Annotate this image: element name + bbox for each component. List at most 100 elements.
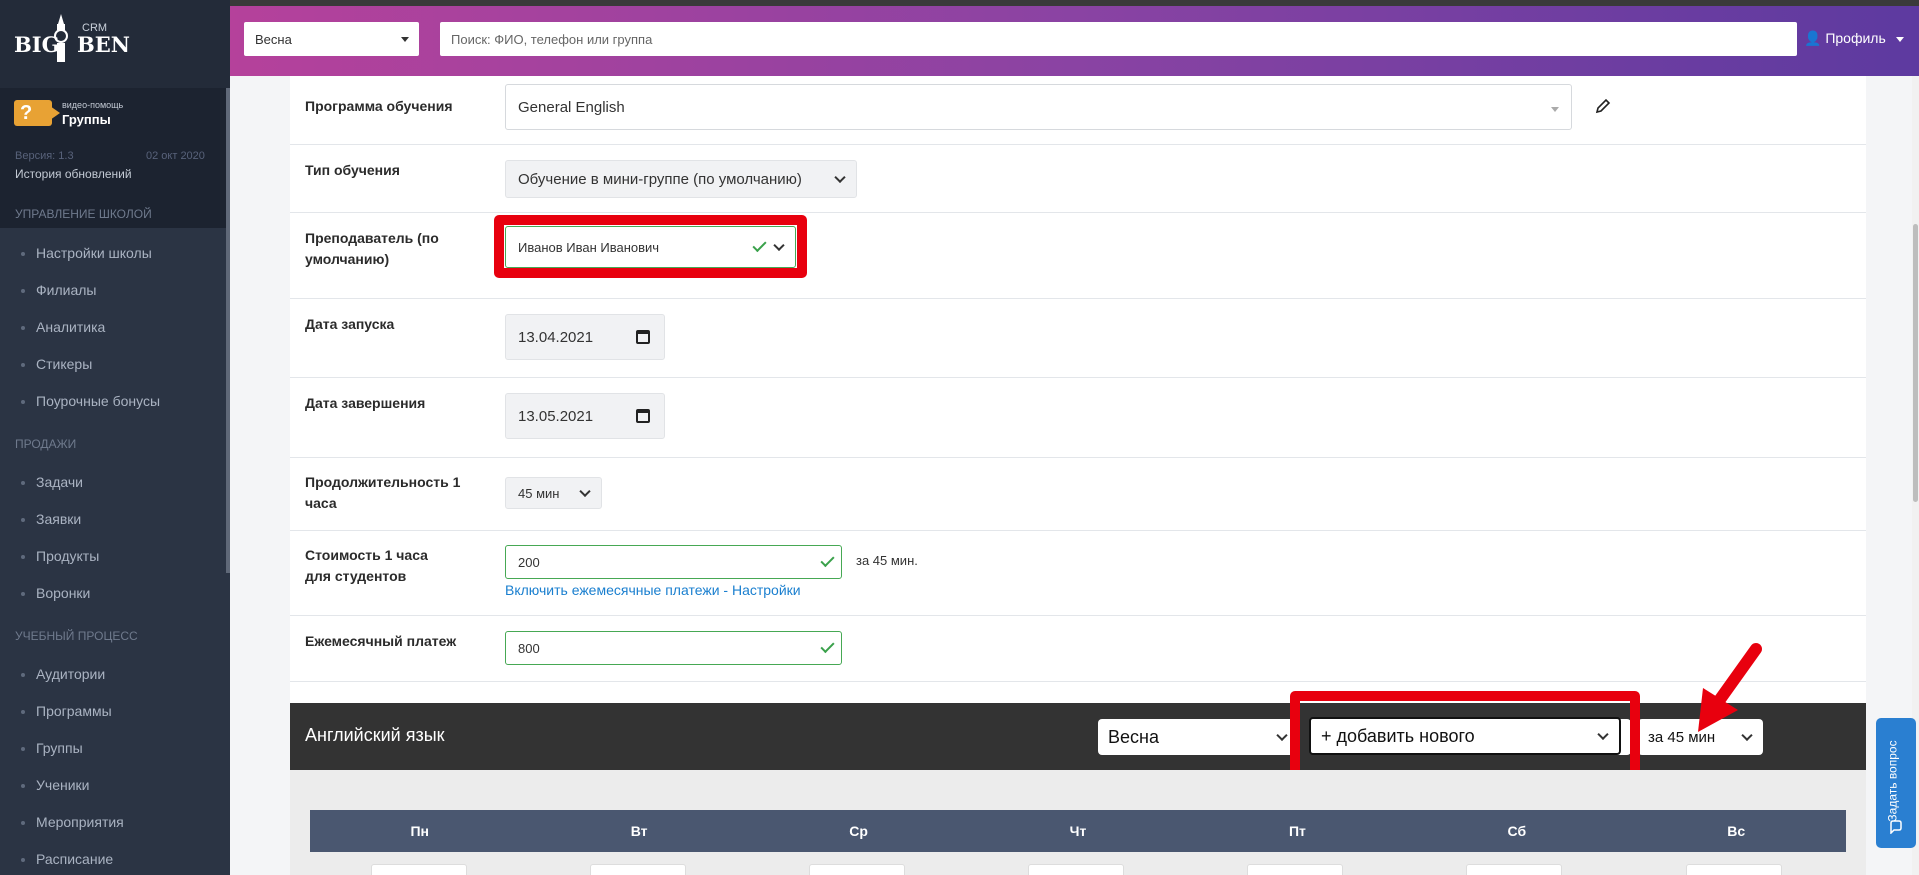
cost-input[interactable]: 200 bbox=[505, 545, 842, 579]
chat-icon bbox=[1890, 820, 1902, 834]
video-help-icon: ? bbox=[14, 100, 60, 126]
update-history-link[interactable]: История обновлений bbox=[15, 167, 132, 181]
sidebar-item-stickers[interactable]: Стикеры bbox=[0, 346, 226, 383]
program-label: Программа обучения bbox=[305, 98, 453, 114]
weekday-wed: Ср bbox=[849, 823, 868, 839]
calendar-icon[interactable] bbox=[636, 409, 650, 423]
divider bbox=[290, 298, 1866, 299]
sidebar-item-classrooms[interactable]: Аудитории bbox=[0, 656, 226, 693]
start-date-input[interactable]: 13.04.2021 bbox=[505, 314, 665, 360]
chevron-down-icon bbox=[579, 485, 591, 498]
program-select[interactable]: General English bbox=[505, 84, 1572, 130]
user-icon: 👤 bbox=[1804, 30, 1822, 46]
sidebar-item-events[interactable]: Мероприятия bbox=[0, 804, 226, 841]
day-time-input[interactable] bbox=[809, 864, 905, 875]
red-arrow-icon bbox=[1698, 643, 1762, 732]
cost-label: Стоимость 1 часа для студентов bbox=[305, 547, 428, 584]
day-time-input[interactable] bbox=[1247, 864, 1343, 875]
end-date-label: Дата завершения bbox=[305, 395, 426, 411]
scrollbar-thumb[interactable] bbox=[1913, 224, 1918, 502]
calendar-icon[interactable] bbox=[636, 330, 650, 344]
group-form: Программа обучения General English Тип о… bbox=[290, 76, 1866, 875]
logo[interactable]: BIG BEN CRM bbox=[0, 0, 230, 88]
program-value: General English bbox=[518, 98, 625, 116]
sidebar-item-products[interactable]: Продукты bbox=[0, 538, 226, 575]
ask-question-button[interactable]: Задать вопрос bbox=[1876, 718, 1916, 848]
weekday-header: Пн Вт Ср Чт Пт Сб Вс bbox=[310, 810, 1846, 852]
cost-suffix: за 45 мин. bbox=[856, 553, 918, 568]
chevron-down-icon bbox=[1276, 729, 1288, 742]
version: Версия: 1.3 bbox=[15, 150, 74, 162]
video-help-label: видео-помощь bbox=[62, 100, 124, 110]
end-date-value: 13.05.2021 bbox=[518, 407, 594, 425]
checkmark-icon bbox=[820, 638, 835, 654]
day-time-input[interactable] bbox=[1466, 864, 1562, 875]
monthly-payment-label: Ежемесячный платеж bbox=[305, 633, 457, 649]
version-date: 02 окт 2020 bbox=[146, 150, 205, 162]
brand-ben: BEN bbox=[77, 32, 130, 57]
caret-down-icon bbox=[1551, 107, 1559, 112]
season-select-value: Весна bbox=[255, 32, 292, 47]
end-date-input[interactable]: 13.05.2021 bbox=[505, 393, 665, 439]
profile-label: Профиль bbox=[1825, 30, 1886, 46]
day-time-input[interactable] bbox=[590, 864, 686, 875]
sidebar-item-funnels[interactable]: Воронки bbox=[0, 575, 226, 612]
topbar: Весна 👤 Профиль bbox=[230, 0, 1919, 76]
divider bbox=[290, 681, 1866, 682]
search-input[interactable] bbox=[440, 22, 1797, 56]
sidebar-item-schedule[interactable]: Расписание bbox=[0, 841, 226, 875]
schedule-season-select[interactable]: Весна bbox=[1098, 719, 1298, 755]
schedule-season-value: Весна bbox=[1108, 726, 1159, 747]
video-help-title: Группы bbox=[62, 112, 111, 127]
weekday-fri: Пт bbox=[1288, 823, 1306, 839]
training-type-value: Обучение в мини-группе (по умолчанию) bbox=[518, 170, 802, 188]
profile-menu[interactable]: 👤 Профиль bbox=[1804, 30, 1904, 47]
weekday-sat: Сб bbox=[1507, 823, 1527, 839]
monthly-payment-value: 800 bbox=[518, 640, 540, 656]
teacher-value: Иванов Иван Иванович bbox=[518, 239, 660, 255]
sidebar-item-requests[interactable]: Заявки bbox=[0, 501, 226, 538]
sidebar-item-bonuses[interactable]: Поурочные бонусы bbox=[0, 383, 226, 420]
weekday-mon: Пн bbox=[410, 823, 429, 839]
sidebar-item-school-settings[interactable]: Настройки школы bbox=[0, 235, 226, 272]
brand-crm: CRM bbox=[82, 22, 108, 34]
sidebar-scrollbar[interactable] bbox=[226, 88, 230, 573]
sidebar-item-students[interactable]: Ученики bbox=[0, 767, 226, 804]
duration-label: Продолжительность 1 часа bbox=[305, 474, 461, 511]
teacher-select[interactable]: Иванов Иван Иванович bbox=[505, 226, 796, 268]
ask-question-label: Задать вопрос bbox=[1885, 740, 1900, 822]
chevron-down-icon bbox=[834, 171, 846, 184]
day-time-input[interactable] bbox=[1028, 864, 1124, 875]
duration-select[interactable]: 45 мин bbox=[505, 477, 602, 509]
section-title-sales: ПРОДАЖИ bbox=[15, 437, 77, 451]
duration-value: 45 мин bbox=[518, 485, 560, 501]
day-time-input[interactable] bbox=[371, 864, 467, 875]
checkmark-icon bbox=[820, 552, 835, 568]
sidebar-item-branches[interactable]: Филиалы bbox=[0, 272, 226, 309]
weekday-sun: Вс bbox=[1727, 823, 1746, 839]
start-date-value: 13.04.2021 bbox=[518, 328, 594, 346]
schedule-teacher-value: + добавить нового bbox=[1321, 725, 1475, 746]
day-time-input[interactable] bbox=[1686, 864, 1782, 875]
divider bbox=[290, 615, 1866, 616]
divider bbox=[290, 457, 1866, 458]
chevron-down-icon bbox=[1597, 728, 1609, 741]
sidebar-item-tasks[interactable]: Задачи bbox=[0, 464, 226, 501]
divider bbox=[290, 377, 1866, 378]
section-title-school: УПРАВЛЕНИЕ ШКОЛОЙ bbox=[15, 207, 152, 221]
brand-big: BIG bbox=[14, 32, 60, 57]
divider bbox=[290, 144, 1866, 145]
section-title-learning: УЧЕБНЫЙ ПРОЦЕСС bbox=[15, 629, 138, 643]
training-type-select[interactable]: Обучение в мини-группе (по умолчанию) bbox=[505, 160, 857, 198]
season-select[interactable]: Весна bbox=[244, 22, 419, 56]
monthly-payment-input[interactable]: 800 bbox=[505, 631, 842, 665]
sidebar-item-analytics[interactable]: Аналитика bbox=[0, 309, 226, 346]
schedule-teacher-select[interactable]: + добавить нового bbox=[1309, 717, 1621, 755]
weekday-tue: Вт bbox=[630, 823, 648, 839]
divider bbox=[290, 530, 1866, 531]
pencil-icon[interactable] bbox=[1595, 98, 1611, 114]
sidebar-item-programs[interactable]: Программы bbox=[0, 693, 226, 730]
monthly-payments-link[interactable]: Включить ежемесячные платежи - Настройки bbox=[505, 582, 801, 598]
sidebar-item-groups[interactable]: Группы bbox=[0, 730, 226, 767]
teacher-label: Преподаватель (по умолчанию) bbox=[305, 230, 439, 267]
